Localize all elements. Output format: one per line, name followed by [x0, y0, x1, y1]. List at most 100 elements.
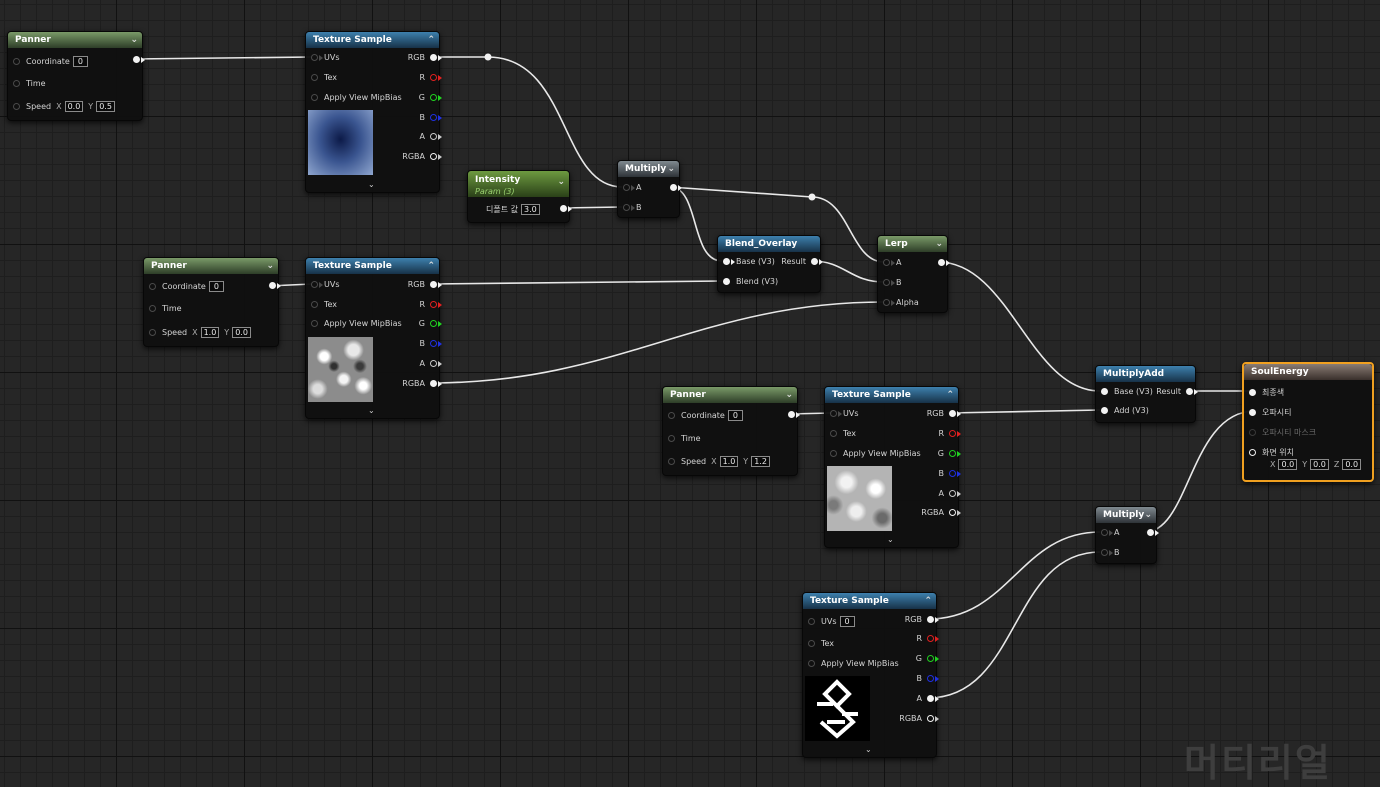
panner-node-2[interactable]: Panner ⌄ Coordinate 0 Time Speed X 1.0 Y 0.0 — [143, 257, 281, 347]
chevron-down-icon[interactable]: ⌄ — [557, 175, 565, 189]
multiplyadd-header[interactable]: MultiplyAdd — [1096, 366, 1195, 382]
coordinate-pin[interactable]: Coordinate 0 — [8, 56, 88, 68]
a-output-pin[interactable]: A — [939, 488, 961, 500]
a-output-pin[interactable]: A — [420, 358, 442, 370]
rgba-output-pin[interactable]: RGBA — [899, 713, 939, 725]
g-output-pin[interactable]: G — [938, 448, 961, 460]
uvs-pin[interactable]: UVs — [306, 52, 340, 64]
mipbias-pin[interactable]: Apply View MipBias — [825, 448, 921, 460]
a-output-pin[interactable]: A — [420, 131, 442, 143]
texture-sample-node-4[interactable]: Texture Sample ⌃ UVs 0 Tex Apply View MipB… — [802, 592, 939, 758]
blend-base-pin[interactable]: Base (V3) — [718, 256, 775, 268]
g-output-pin[interactable]: G — [419, 92, 442, 104]
rgb-output-pin[interactable]: RGB — [905, 614, 939, 626]
multiply-b-pin[interactable]: B — [1096, 547, 1120, 559]
time-pin[interactable]: Time — [8, 78, 46, 90]
rgba-output-pin[interactable]: RGBA — [921, 507, 961, 519]
b-output-pin[interactable]: B — [917, 673, 939, 685]
rgb-output-pin[interactable]: RGB — [408, 52, 442, 64]
rgba-output-pin[interactable]: RGBA — [402, 378, 442, 390]
mipbias-pin[interactable]: Apply View MipBias — [306, 92, 402, 104]
texture-sample-header[interactable]: Texture Sample ⌃ — [803, 593, 936, 609]
texture-sample-node-3[interactable]: Texture Sample ⌃ UVs Tex Apply View MipBi… — [824, 386, 961, 548]
lerp-alpha-pin[interactable]: Alpha — [878, 297, 919, 309]
expand-arrow-icon[interactable]: ⌄ — [368, 180, 375, 189]
blend-result-pin[interactable]: Result — [781, 256, 823, 268]
mipbias-pin[interactable]: Apply View MipBias — [803, 658, 899, 670]
material-graph-canvas[interactable]: Panner ⌄ Coordinate 0 Time Speed X 0.0 Y 0.5 T… — [0, 0, 1380, 785]
a-output-pin[interactable]: A — [917, 693, 939, 705]
multiplyadd-base-pin[interactable]: Base (V3) — [1096, 386, 1153, 398]
coordinate-pin[interactable]: Coordinate 0 — [144, 281, 224, 293]
r-output-pin[interactable]: R — [916, 633, 939, 645]
texture-sample-node-1[interactable]: Texture Sample ⌃ UVs Tex Apply View MipBi… — [305, 31, 442, 193]
speed-pin[interactable]: Speed X 1.0 Y 0.0 — [144, 327, 251, 339]
chevron-down-icon[interactable]: ⌄ — [667, 161, 675, 177]
multiply-node-1[interactable]: Multiply ⌄ A B — [617, 160, 682, 218]
panner-header[interactable]: Panner ⌄ — [8, 32, 142, 48]
multiply-node-2[interactable]: Multiply ⌄ A B — [1095, 506, 1159, 564]
chevron-down-icon[interactable]: ⌄ — [785, 387, 793, 403]
multiplyadd-add-pin[interactable]: Add (V3) — [1096, 405, 1149, 417]
rgb-output-pin[interactable]: RGB — [927, 408, 961, 420]
multiply-header[interactable]: Multiply ⌄ — [618, 161, 679, 177]
mipbias-pin[interactable]: Apply View MipBias — [306, 318, 402, 330]
texture-sample-header[interactable]: Texture Sample ⌃ — [825, 387, 958, 403]
rgba-output-pin[interactable]: RGBA — [402, 151, 442, 163]
time-pin[interactable]: Time — [663, 433, 701, 445]
multiplyadd-node[interactable]: MultiplyAdd Base (V3) Add (V3) Result — [1095, 365, 1198, 423]
expand-arrow-icon[interactable]: ⌄ — [368, 406, 375, 415]
world-position-offset-pin[interactable]: 화면 위치 — [1244, 447, 1294, 459]
tex-pin[interactable]: Tex — [306, 299, 337, 311]
lerp-header[interactable]: Lerp ⌄ — [878, 236, 947, 252]
lerp-b-pin[interactable]: B — [878, 277, 902, 289]
lerp-a-pin[interactable]: A — [878, 257, 901, 269]
texture-sample-header[interactable]: Texture Sample ⌃ — [306, 32, 439, 48]
chevron-down-icon[interactable]: ⌄ — [1144, 507, 1152, 523]
panner-node-1[interactable]: Panner ⌄ Coordinate 0 Time Speed X 0.0 Y 0.5 — [7, 31, 145, 121]
speed-pin[interactable]: Speed X 1.0 Y 1.2 — [663, 456, 770, 468]
uvs-pin[interactable]: UVs 0 — [803, 616, 855, 628]
soulenergy-header[interactable]: SoulEnergy — [1244, 364, 1372, 380]
opacity-pin[interactable]: 오파시티 — [1244, 407, 1291, 419]
soulenergy-material-node[interactable]: SoulEnergy 최종색 오파시티 오파시티 마스크 화면 위치 X 0.0 Y… — [1242, 362, 1374, 482]
chevron-down-icon[interactable]: ⌄ — [266, 258, 274, 274]
r-output-pin[interactable]: R — [419, 72, 442, 84]
rgb-output-pin[interactable]: RGB — [408, 279, 442, 291]
lerp-node[interactable]: Lerp ⌄ A B Alpha — [877, 235, 950, 313]
blend-overlay-node[interactable]: Blend_Overlay Base (V3) Blend (V3) Resul… — [717, 235, 823, 293]
texture-sample-header[interactable]: Texture Sample ⌃ — [306, 258, 439, 274]
expand-arrow-icon[interactable]: ⌄ — [865, 745, 872, 754]
tex-pin[interactable]: Tex — [825, 428, 856, 440]
multiply-header[interactable]: Multiply ⌄ — [1096, 507, 1156, 523]
default-value-field[interactable]: 디폴트 값 3.0 — [486, 204, 540, 216]
expand-arrow-icon[interactable]: ⌄ — [887, 535, 894, 544]
chevron-up-icon[interactable]: ⌃ — [427, 32, 435, 48]
r-output-pin[interactable]: R — [938, 428, 961, 440]
b-output-pin[interactable]: B — [420, 338, 442, 350]
chevron-up-icon[interactable]: ⌃ — [427, 258, 435, 274]
chevron-down-icon[interactable]: ⌄ — [130, 32, 138, 48]
uvs-pin[interactable]: UVs — [306, 279, 340, 291]
panner-node-3[interactable]: Panner ⌄ Coordinate 0 Time Speed X 1.0 Y 1.2 — [662, 386, 800, 476]
speed-pin[interactable]: Speed X 0.0 Y 0.5 — [8, 101, 115, 113]
time-pin[interactable]: Time — [144, 303, 182, 315]
g-output-pin[interactable]: G — [916, 653, 939, 665]
multiply-a-pin[interactable]: A — [1096, 527, 1119, 539]
chevron-up-icon[interactable]: ⌃ — [946, 387, 954, 403]
b-output-pin[interactable]: B — [420, 112, 442, 124]
texture-sample-node-2[interactable]: Texture Sample ⌃ UVs Tex Apply View MipBi… — [305, 257, 442, 419]
panner-header[interactable]: Panner ⌄ — [144, 258, 278, 274]
multiply-a-pin[interactable]: A — [618, 182, 641, 194]
chevron-up-icon[interactable]: ⌃ — [924, 593, 932, 609]
emissive-color-pin[interactable]: 최종색 — [1244, 387, 1284, 399]
multiplyadd-result-pin[interactable]: Result — [1156, 386, 1198, 398]
g-output-pin[interactable]: G — [419, 318, 442, 330]
multiply-b-pin[interactable]: B — [618, 202, 642, 214]
tex-pin[interactable]: Tex — [306, 72, 337, 84]
b-output-pin[interactable]: B — [939, 468, 961, 480]
tex-pin[interactable]: Tex — [803, 638, 834, 650]
blend-overlay-header[interactable]: Blend_Overlay — [718, 236, 820, 252]
opacity-mask-pin[interactable]: 오파시티 마스크 — [1244, 427, 1316, 439]
uvs-pin[interactable]: UVs — [825, 408, 859, 420]
